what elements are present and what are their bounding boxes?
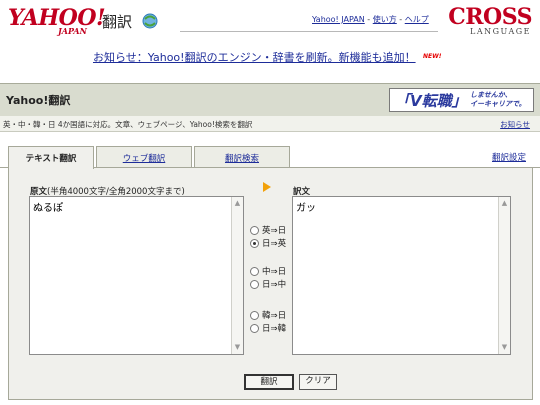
- translated-text-value: ガッ: [296, 203, 316, 214]
- title-bar: Yahoo!翻訳 「V転職」 しませんか、 イーキャリアで。: [0, 83, 540, 116]
- radio-zh-ja[interactable]: [250, 266, 259, 276]
- usage-link[interactable]: 使い方: [373, 15, 397, 24]
- radio-ja-zh[interactable]: [250, 279, 259, 289]
- link-separator: -: [364, 15, 373, 24]
- radio-en-ja[interactable]: [250, 225, 259, 235]
- tab-text-translation-label: テキスト翻訳: [25, 154, 77, 164]
- tab-text-translation[interactable]: テキスト翻訳: [8, 146, 94, 169]
- yahoo-logo-japan: JAPAN: [58, 26, 87, 36]
- help-link[interactable]: ヘルプ: [405, 15, 429, 24]
- header-divider: [180, 31, 438, 32]
- clear-button[interactable]: クリア: [299, 374, 337, 390]
- direction-zh-ja[interactable]: 中⇒日: [250, 265, 286, 277]
- direction-ja-ko[interactable]: 日⇒韓: [250, 322, 286, 334]
- direction-ja-zh[interactable]: 日⇒中: [250, 278, 286, 290]
- radio-ko-ja[interactable]: [250, 310, 259, 320]
- page-title: Yahoo!翻訳: [6, 94, 71, 107]
- translate-button[interactable]: 翻訳: [244, 374, 294, 390]
- direction-ko-ja-label: 韓⇒日: [262, 311, 287, 321]
- target-scrollbar[interactable]: ▲ ▼: [498, 197, 510, 354]
- direction-ja-en-label: 日⇒英: [262, 239, 287, 249]
- direction-ja-ko-label: 日⇒韓: [262, 324, 287, 334]
- globe-arrows-icon: [142, 13, 158, 29]
- language-logo-text: LANGUAGE: [470, 27, 531, 36]
- source-text-input[interactable]: ぬるぽ ▲ ▼: [29, 196, 244, 355]
- direction-en-ja-label: 英⇒日: [262, 226, 287, 236]
- source-scrollbar[interactable]: ▲ ▼: [231, 197, 243, 354]
- source-text-value: ぬるぽ: [33, 203, 63, 214]
- ad-banner[interactable]: 「V転職」 しませんか、 イーキャリアで。: [389, 88, 534, 112]
- tab-strip: テキスト翻訳 ウェブ翻訳 翻訳検索 翻訳設定: [0, 146, 540, 169]
- direction-ko-ja[interactable]: 韓⇒日: [250, 309, 286, 321]
- scroll-up-icon[interactable]: ▲: [501, 200, 508, 207]
- yahoo-logo[interactable]: YAHOO! JAPAN 翻訳: [8, 5, 158, 37]
- service-description: 英・中・韓・日 4か国語に対応。文章、ウェブページ、Yahoo!検索を翻訳: [3, 120, 253, 129]
- scroll-down-icon[interactable]: ▼: [234, 344, 241, 351]
- tab-web-translation[interactable]: ウェブ翻訳: [96, 146, 192, 168]
- new-badge: NEW!: [423, 53, 442, 60]
- news-link[interactable]: お知らせ：Yahoo!翻訳のエンジン・辞書を刷新。新機能も追加！: [93, 49, 416, 65]
- direction-zh-ja-label: 中⇒日: [262, 267, 287, 277]
- radio-ja-ko[interactable]: [250, 323, 259, 333]
- translate-logo-label: 翻訳: [102, 13, 133, 31]
- top-links: Yahoo! JAPAN - 使い方 - ヘルプ: [312, 14, 429, 25]
- ad-banner-line2: イーキャリアで。: [470, 100, 526, 108]
- direction-en-ja[interactable]: 英⇒日: [250, 224, 286, 236]
- arrow-right-icon: [263, 182, 271, 192]
- yahoo-logo-text: YAHOO!: [8, 5, 106, 31]
- ad-banner-main: 「V転職」: [395, 92, 467, 110]
- tab-translation-search[interactable]: 翻訳検索: [194, 146, 290, 168]
- notice-link[interactable]: お知らせ: [500, 119, 530, 130]
- direction-ja-en[interactable]: 日⇒英: [250, 237, 286, 249]
- translated-text-output[interactable]: ガッ ▲ ▼: [292, 196, 511, 355]
- description-bar: 英・中・韓・日 4か国語に対応。文章、ウェブページ、Yahoo!検索を翻訳 お知…: [0, 116, 540, 132]
- radio-ja-en[interactable]: [250, 238, 259, 248]
- tab-translation-search-label: 翻訳検索: [224, 154, 259, 164]
- translation-settings-link[interactable]: 翻訳設定: [492, 151, 526, 163]
- scroll-down-icon[interactable]: ▼: [501, 344, 508, 351]
- direction-ja-zh-label: 日⇒中: [262, 280, 287, 290]
- ad-banner-caption: しませんか、 イーキャリアで。: [470, 91, 526, 109]
- tab-web-translation-label: ウェブ翻訳: [122, 154, 166, 164]
- cross-language-logo[interactable]: CROSS LANGUAGE: [446, 4, 532, 38]
- scroll-up-icon[interactable]: ▲: [234, 200, 241, 207]
- ad-banner-line1: しませんか、: [470, 91, 512, 99]
- yahoo-japan-link[interactable]: Yahoo! JAPAN: [312, 15, 365, 24]
- link-separator: -: [396, 15, 405, 24]
